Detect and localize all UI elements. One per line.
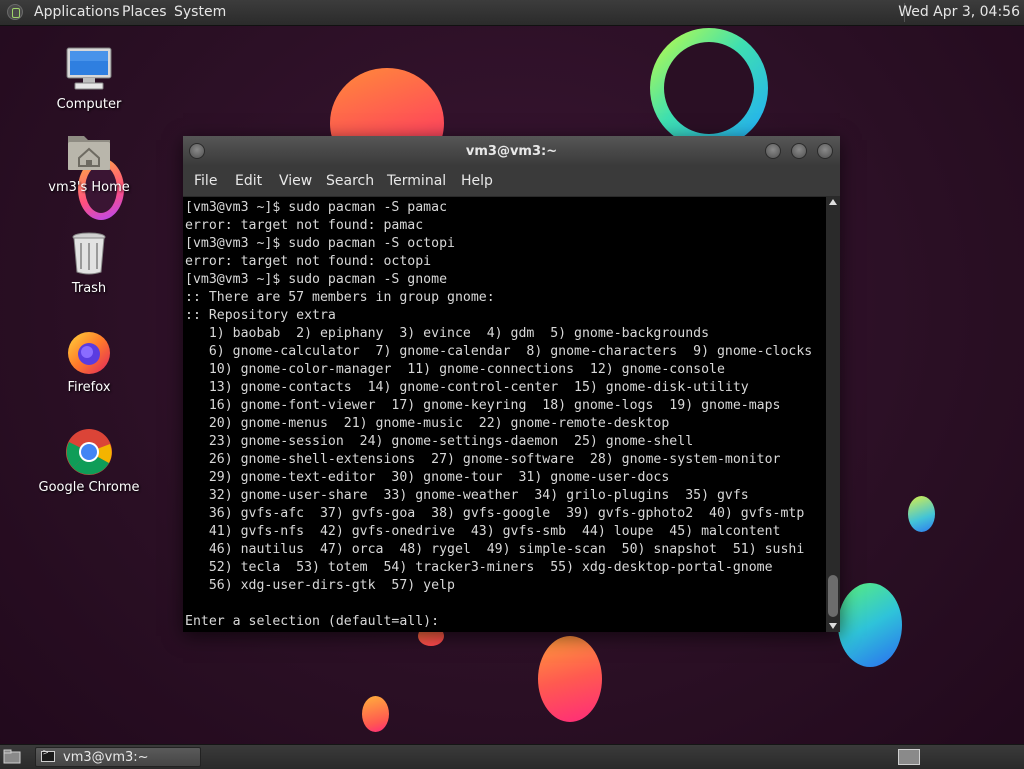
minimize-button[interactable]	[765, 143, 781, 159]
menu-file[interactable]: File	[194, 173, 217, 189]
taskbar-window-label: vm3@vm3:~	[63, 750, 149, 765]
terminal-line: 52) tecla 53) totem 54) tracker3-miners …	[185, 560, 773, 575]
desktop-icon-label: Google Chrome	[38, 480, 140, 495]
menu-terminal[interactable]: Terminal	[387, 173, 446, 189]
terminal-line: [vm3@vm3 ~]$ sudo pacman -S pamac	[185, 200, 448, 215]
terminal-output[interactable]: Enter a selection (default=all): 56) xdg…	[183, 197, 826, 632]
terminal-line: 36) gvfs-afc 37) gvfs-goa 38) gvfs-googl…	[185, 506, 805, 521]
wallpaper-small-orange-blob	[362, 696, 389, 732]
home-folder-icon	[65, 128, 113, 176]
scroll-thumb[interactable]	[828, 575, 838, 617]
wallpaper-blue-blob	[838, 583, 902, 667]
terminal-line: Enter a selection (default=all):	[185, 614, 440, 629]
chrome-icon	[65, 428, 113, 476]
terminal-line: 29) gnome-text-editor 30) gnome-tour 31)…	[185, 470, 670, 485]
desktop-icon-computer[interactable]: Computer	[29, 45, 149, 112]
terminal-icon	[41, 748, 55, 762]
menu-edit[interactable]: Edit	[235, 173, 262, 189]
main-menu-icon[interactable]	[7, 4, 23, 20]
desktop-icon-firefox[interactable]: Firefox	[29, 328, 149, 395]
terminal-line: 20) gnome-menus 21) gnome-music 22) gnom…	[185, 416, 670, 431]
terminal-line: 6) gnome-calculator 7) gnome-calendar 8)…	[185, 344, 813, 359]
firefox-icon	[65, 328, 113, 376]
terminal-line: error: target not found: pamac	[185, 218, 424, 233]
wallpaper-pink-blob	[538, 636, 602, 722]
terminal-line: 1) baobab 2) epiphany 3) evince 4) gdm 5…	[185, 326, 710, 341]
terminal-line: [vm3@vm3 ~]$ sudo pacman -S octopi	[185, 236, 455, 251]
window-titlebar[interactable]: vm3@vm3:~	[183, 136, 840, 166]
wallpaper-green-ring	[650, 28, 768, 148]
computer-icon	[65, 45, 113, 93]
desktop-icon-label: vm3's Home	[48, 180, 130, 195]
system-menu[interactable]: System	[174, 4, 226, 20]
wallpaper-small-blue-blob	[908, 496, 935, 532]
terminal-line: 26) gnome-shell-extensions 27) gnome-sof…	[185, 452, 781, 467]
terminal-line: [vm3@vm3 ~]$ sudo pacman -S gnome	[185, 272, 448, 287]
close-button[interactable]	[817, 143, 833, 159]
terminal-line: :: Repository extra	[185, 308, 336, 323]
menu-help[interactable]: Help	[461, 173, 493, 189]
terminal-line: error: target not found: octopi	[185, 254, 432, 269]
terminal-line: 32) gnome-user-share 33) gnome-weather 3…	[185, 488, 749, 503]
places-menu[interactable]: Places	[122, 4, 167, 20]
applications-menu[interactable]: Applications	[34, 4, 120, 20]
terminal-line: 10) gnome-color-manager 11) gnome-connec…	[185, 362, 725, 377]
terminal-line: 23) gnome-session 24) gnome-settings-dae…	[185, 434, 694, 449]
terminal-window[interactable]: vm3@vm3:~ File Edit View Search Terminal…	[183, 136, 840, 632]
desktop-icon-trash[interactable]: Trash	[29, 229, 149, 296]
terminal-menubar: File Edit View Search Terminal Help	[183, 166, 840, 197]
menu-view[interactable]: View	[279, 173, 312, 189]
desktop-icon-chrome[interactable]: Google Chrome	[29, 428, 149, 495]
maximize-button[interactable]	[791, 143, 807, 159]
scroll-down-arrow-icon[interactable]	[829, 623, 837, 629]
menu-search[interactable]: Search	[326, 173, 374, 189]
workspace-switcher[interactable]	[898, 749, 920, 765]
taskbar-window-button[interactable]: vm3@vm3:~	[35, 747, 201, 767]
terminal-line: 13) gnome-contacts 14) gnome-control-cen…	[185, 380, 749, 395]
terminal-line: 56) xdg-user-dirs-gtk 57) yelp	[185, 578, 455, 593]
terminal-scrollbar[interactable]	[826, 197, 840, 632]
terminal-line: 46) nautilus 47) orca 48) rygel 49) simp…	[185, 542, 805, 557]
top-panel: Applications Places System Wed Apr 3, 04…	[0, 0, 1024, 26]
clock[interactable]: Wed Apr 3, 04:56	[898, 4, 1020, 20]
scroll-up-arrow-icon[interactable]	[829, 199, 837, 205]
desktop-icon-home[interactable]: vm3's Home	[29, 128, 149, 195]
desktop-icon-label: Firefox	[67, 380, 111, 395]
terminal-line: 41) gvfs-nfs 42) gvfs-onedrive 43) gvfs-…	[185, 524, 781, 539]
terminal-line: 16) gnome-font-viewer 17) gnome-keyring …	[185, 398, 781, 413]
show-desktop-icon[interactable]	[3, 749, 21, 764]
bottom-panel: vm3@vm3:~	[0, 744, 1024, 769]
desktop-icon-label: Trash	[71, 281, 107, 296]
terminal-line: :: There are 57 members in group gnome:	[185, 290, 495, 305]
desktop-icon-label: Computer	[56, 97, 122, 112]
trash-icon	[65, 229, 113, 277]
window-title: vm3@vm3:~	[465, 144, 558, 159]
